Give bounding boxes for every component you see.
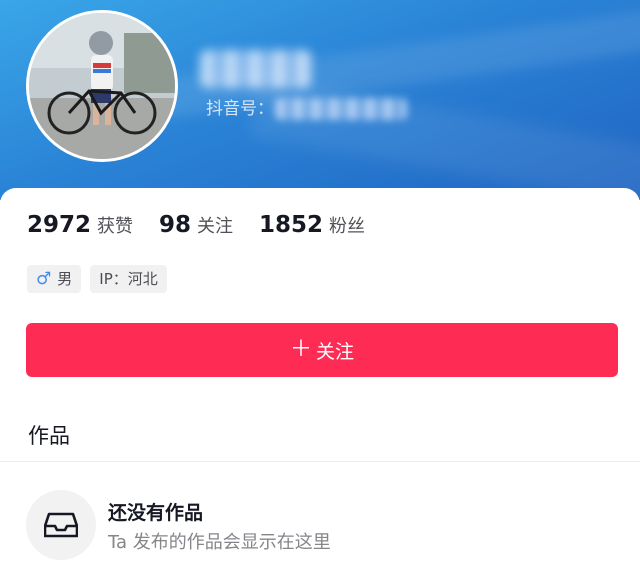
gender-label: 男 bbox=[57, 270, 73, 288]
stat-label: 粉丝 bbox=[329, 216, 366, 237]
stat-likes[interactable]: 2972 获赞 bbox=[27, 212, 133, 238]
plus-icon: ＋ bbox=[289, 337, 312, 362]
stat-following[interactable]: 98 关注 bbox=[159, 212, 233, 238]
male-icon: ♂ bbox=[36, 269, 52, 289]
empty-state-subtitle: Ta 发布的作品会显示在这里 bbox=[108, 532, 331, 553]
stat-value: 98 bbox=[159, 212, 192, 238]
stat-label: 关注 bbox=[197, 216, 234, 237]
header-decoration bbox=[248, 77, 640, 200]
inbox-icon bbox=[44, 512, 78, 538]
works-tab-title[interactable]: 作品 bbox=[28, 420, 70, 450]
stat-value: 2972 bbox=[27, 212, 92, 238]
douyin-id-label: 抖音号： bbox=[206, 99, 274, 119]
follow-button-label: 关注 bbox=[316, 340, 355, 363]
stat-value: 1852 bbox=[259, 212, 324, 238]
profile-tags: ♂ 男 IP：河北 bbox=[27, 265, 176, 293]
nickname-blurred bbox=[200, 50, 312, 88]
douyin-id-value-blurred bbox=[275, 98, 407, 120]
stats-row: 2972 获赞 98 关注 1852 粉丝 bbox=[27, 212, 391, 242]
profile-card bbox=[0, 188, 640, 583]
divider bbox=[0, 461, 640, 462]
stat-followers[interactable]: 1852 粉丝 bbox=[259, 212, 365, 238]
gender-tag: ♂ 男 bbox=[27, 265, 82, 293]
avatar[interactable] bbox=[26, 10, 178, 162]
stat-label: 获赞 bbox=[97, 216, 134, 237]
empty-state-title: 还没有作品 bbox=[108, 502, 204, 524]
ip-tag: IP：河北 bbox=[90, 265, 167, 293]
avatar-photo bbox=[29, 13, 175, 159]
empty-state-icon-circle bbox=[26, 490, 96, 560]
ip-label: IP：河北 bbox=[99, 270, 158, 288]
follow-button[interactable]: ＋ 关注 bbox=[26, 323, 618, 377]
